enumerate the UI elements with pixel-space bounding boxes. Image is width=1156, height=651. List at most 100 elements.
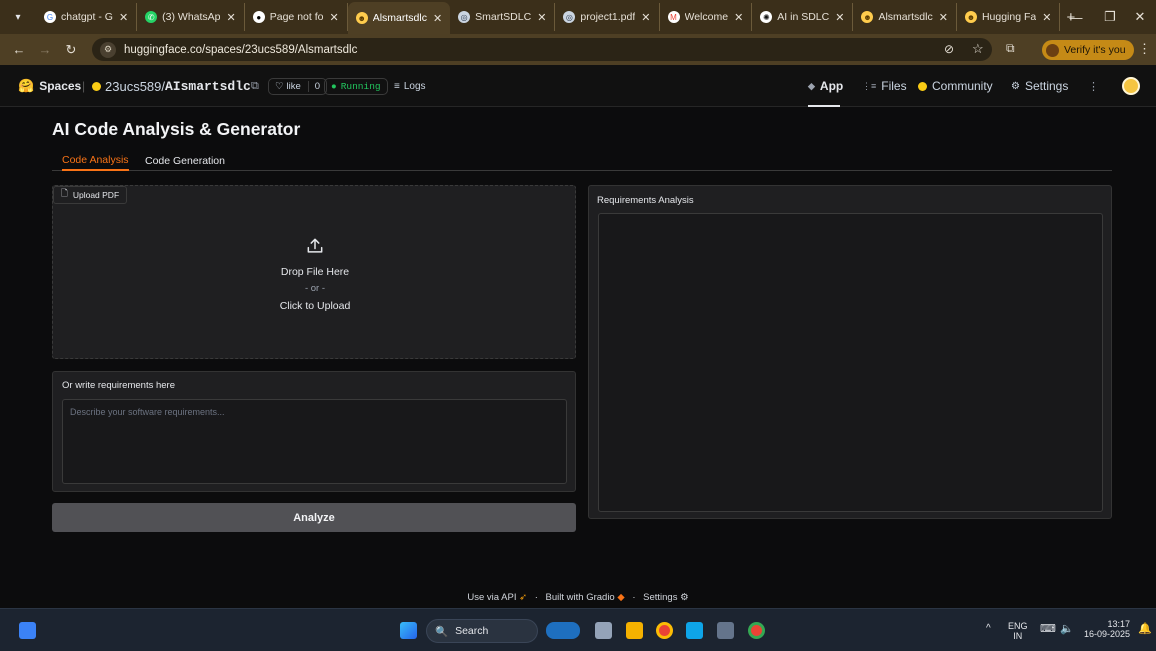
- powershell-icon[interactable]: [686, 622, 703, 639]
- taskbar-search[interactable]: 🔍 Search: [426, 619, 538, 643]
- close-tab-icon[interactable]: ✕: [734, 11, 743, 24]
- search-label: Search: [455, 625, 489, 637]
- address-bar[interactable]: ⚙ huggingface.co/spaces/23ucs589/Alsmart…: [92, 38, 992, 61]
- user-avatar[interactable]: [1122, 77, 1140, 95]
- clock[interactable]: 13:17 16-09-2025: [1080, 619, 1130, 639]
- verify-profile-button[interactable]: Verify it's you: [1042, 40, 1134, 60]
- footer-sep: ·: [534, 592, 538, 603]
- chrome-icon[interactable]: [656, 622, 673, 639]
- logs-button[interactable]: ≡ Logs: [394, 65, 426, 107]
- task-view-icon[interactable]: [595, 622, 612, 639]
- tab-code-generation[interactable]: Code Generation: [145, 150, 225, 171]
- nav-settings[interactable]: ⚙ Settings: [1011, 65, 1068, 107]
- tab-title: SmartSDLC: [475, 11, 532, 23]
- close-tab-icon[interactable]: ✕: [1042, 11, 1051, 24]
- browser-menu-icon[interactable]: ⋮: [1138, 41, 1151, 57]
- huggingface-icon: ☻: [355, 12, 368, 24]
- requirements-input[interactable]: [62, 399, 567, 484]
- heart-icon: ♡: [275, 80, 284, 92]
- gear-icon: ⚙: [680, 592, 689, 603]
- nav-files[interactable]: ⋮≡ Files: [862, 65, 907, 107]
- or-text: - or -: [304, 283, 326, 294]
- tab-search-menu-icon[interactable]: ▾: [8, 7, 28, 27]
- network-icon[interactable]: ⌨: [1040, 624, 1056, 635]
- spaces-label: Spaces: [39, 79, 82, 93]
- logs-icon: ≡: [394, 80, 400, 92]
- built-label: Built with Gradio: [545, 592, 615, 603]
- browser-tab[interactable]: ☻ Hugging Fa ✕: [957, 3, 1061, 31]
- store-icon[interactable]: [717, 622, 734, 639]
- reload-icon[interactable]: ↻: [60, 42, 82, 58]
- chrome-profile-icon[interactable]: [748, 622, 765, 639]
- close-tab-icon[interactable]: ✕: [835, 11, 844, 24]
- footer-settings-link[interactable]: Settings ⚙: [643, 592, 689, 603]
- close-window-icon[interactable]: ✕: [1122, 0, 1156, 34]
- tab-title: Page not fo: [269, 11, 324, 23]
- nav-community[interactable]: Community: [918, 65, 993, 107]
- built-with-gradio-link[interactable]: Built with Gradio ◆: [546, 592, 625, 603]
- close-tab-icon[interactable]: ✕: [939, 11, 948, 24]
- openai-icon: ✺: [760, 11, 773, 23]
- windows-start-icon[interactable]: [400, 622, 417, 639]
- browser-tab[interactable]: ✆ (3) WhatsAp ✕: [137, 3, 245, 31]
- bookmark-star-icon[interactable]: ☆: [972, 41, 984, 57]
- notifications-icon[interactable]: 🔔: [1138, 624, 1152, 635]
- close-tab-icon[interactable]: ✕: [641, 11, 650, 24]
- browser-tab[interactable]: ● Page not fo ✕: [245, 3, 348, 31]
- browser-tab[interactable]: M Welcome ✕: [660, 3, 753, 31]
- file-icon: 🗋: [61, 188, 68, 198]
- gmail-icon: M: [667, 11, 680, 23]
- browser-tab[interactable]: ✺ AI in SDLC ✕: [752, 3, 854, 31]
- browser-tab[interactable]: ◎ project1.pdf ✕: [555, 3, 660, 31]
- repo-owner: 23ucs589/: [105, 78, 165, 94]
- rocket-icon: ➶: [519, 592, 528, 603]
- spaces-link[interactable]: 🤗 Spaces: [18, 65, 81, 107]
- close-tab-icon[interactable]: ✕: [227, 11, 236, 24]
- language-indicator[interactable]: ENG IN: [1008, 621, 1028, 641]
- back-icon[interactable]: ←: [8, 42, 30, 57]
- browser-tab[interactable]: ◎ SmartSDLC ✕: [450, 3, 556, 31]
- tab-code-analysis[interactable]: Code Analysis: [62, 150, 129, 171]
- tray-chevron-icon[interactable]: ^: [986, 624, 991, 634]
- use-via-api-link[interactable]: Use via API ➶: [467, 592, 527, 603]
- analysis-panel: Requirements Analysis: [588, 185, 1112, 519]
- tab-title: Alsmartsdlc: [372, 12, 427, 24]
- taskbar: 🔍 Search ^ ENG IN ⌨ 🔈 13:17 16-09-2025 🔔: [0, 608, 1156, 651]
- analysis-output[interactable]: [598, 213, 1103, 512]
- upload-dropzone[interactable]: 🗋 Upload PDF Drop File Here - or - Click…: [52, 185, 576, 359]
- analyze-button[interactable]: Analyze: [52, 503, 576, 532]
- status-text: Running: [340, 80, 381, 92]
- like-button[interactable]: ♡ like 0: [268, 77, 328, 95]
- like-label: like: [286, 80, 301, 92]
- browser-tab[interactable]: ☻ Alsmartsdlc ✕: [347, 2, 451, 34]
- site-info-icon[interactable]: ⚙: [100, 41, 116, 58]
- file-explorer-icon[interactable]: [626, 622, 643, 639]
- gear-icon: ⚙: [1011, 80, 1020, 92]
- app-tabs: Code Analysis Code Generation: [52, 150, 1112, 171]
- lang-top: ENG: [1008, 621, 1028, 631]
- search-icon: 🔍: [435, 625, 449, 638]
- status-wrap: ● Running: [324, 65, 388, 107]
- minimize-icon[interactable]: —: [1058, 0, 1094, 34]
- volume-icon[interactable]: 🔈: [1060, 624, 1074, 635]
- copy-icon[interactable]: ⧉: [251, 65, 259, 107]
- repo-link[interactable]: 23ucs589/ AIsmartsdlc: [92, 65, 251, 107]
- browser-tab[interactable]: ☻ Alsmartsdlc ✕: [853, 3, 957, 31]
- forward-icon[interactable]: →: [34, 42, 56, 57]
- lang-bottom: IN: [1013, 631, 1023, 641]
- search-highlight-icon[interactable]: [546, 622, 580, 639]
- close-tab-icon[interactable]: ✕: [119, 11, 128, 24]
- footer: Use via API ➶ · Built with Gradio ◆ · Se…: [0, 592, 1156, 603]
- widgets-icon[interactable]: [19, 622, 36, 639]
- tracking-protection-icon[interactable]: ⊘: [944, 42, 954, 56]
- close-tab-icon[interactable]: ✕: [537, 11, 546, 24]
- more-options-icon[interactable]: ⋮: [1088, 65, 1099, 107]
- browser-tab[interactable]: Gchatgpt - G ✕: [36, 3, 138, 31]
- close-tab-icon[interactable]: ✕: [433, 12, 442, 25]
- owner-avatar-icon: [92, 81, 101, 91]
- extensions-icon[interactable]: ⧉: [1006, 41, 1015, 56]
- nav-app[interactable]: ◆ App: [808, 65, 843, 107]
- api-label: Use via API: [467, 592, 517, 603]
- globe-icon: ◎: [563, 11, 576, 23]
- close-tab-icon[interactable]: ✕: [329, 11, 338, 24]
